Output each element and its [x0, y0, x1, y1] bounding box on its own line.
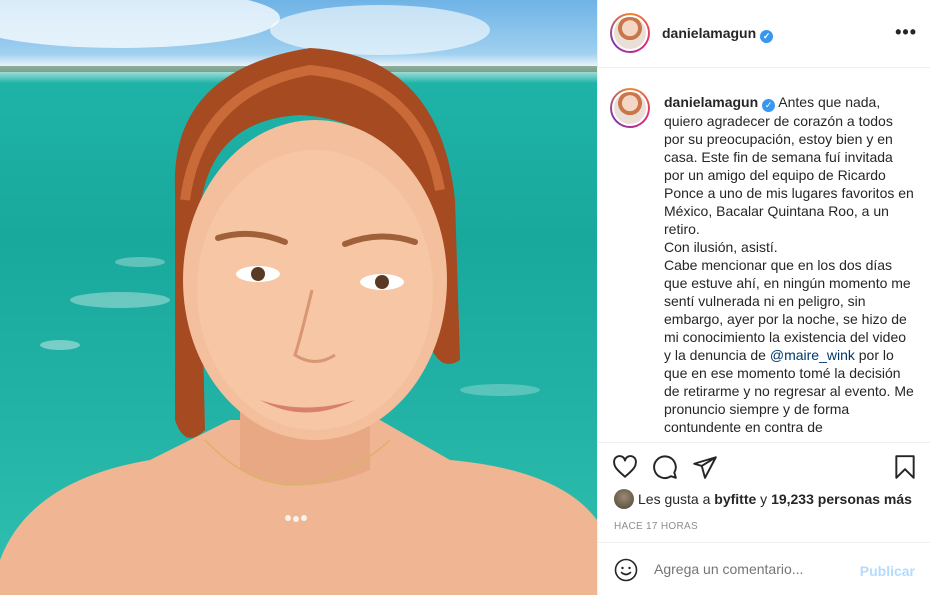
caption-text: danielamagun ✓ Antes que nada, quiero agr… [664, 93, 914, 436]
likes-count[interactable]: 19,233 personas más [771, 491, 912, 507]
post-timestamp[interactable]: HACE 17 HORAS [614, 521, 698, 532]
caption-username[interactable]: danielamagun [664, 94, 758, 110]
likes-summary: Les gusta a byfitte y 19,233 personas má… [614, 489, 912, 509]
verified-icon: ✓ [760, 30, 774, 43]
share-icon[interactable] [692, 454, 720, 482]
caption-paragraph-1-text: Antes que nada, quiero agradecer de cora… [664, 94, 914, 237]
comment-input[interactable] [654, 561, 854, 577]
author-avatar[interactable] [610, 13, 650, 53]
author-username[interactable]: danielamagun ✓ [662, 25, 774, 43]
comment-bar: Publicar [598, 542, 930, 595]
mention-link[interactable]: @maire_wink [770, 347, 855, 363]
author-username-text[interactable]: danielamagun [662, 25, 756, 41]
verified-icon: ✓ [762, 99, 776, 112]
post-detail-panel: danielamagun ✓ ••• danielamagun ✓ Antes qu… [597, 0, 930, 595]
caption-author-avatar[interactable] [610, 88, 650, 128]
bookmark-icon[interactable] [892, 454, 920, 482]
caption-area: danielamagun ✓ Antes que nada, quiero agr… [598, 69, 930, 442]
likes-prefix: Les gusta a [638, 491, 711, 507]
caption-paragraph-1: danielamagun ✓ Antes que nada, quiero agr… [664, 93, 914, 238]
heart-icon[interactable] [612, 454, 640, 482]
post-actions: Les gusta a byfitte y 19,233 personas má… [598, 442, 930, 542]
comment-icon[interactable] [652, 454, 680, 482]
selfie-illustration [0, 0, 597, 595]
post-photo[interactable] [0, 0, 597, 595]
liker-username[interactable]: byfitte [714, 491, 756, 507]
likes-conjunction: y [760, 491, 768, 507]
publish-button[interactable]: Publicar [860, 563, 915, 579]
caption-paragraph-2: Con ilusión, asistí. [664, 239, 778, 255]
post-header: danielamagun ✓ ••• [598, 0, 930, 68]
liker-avatar[interactable] [614, 489, 634, 509]
emoji-icon[interactable] [614, 558, 638, 582]
caption-paragraph-3: Cabe mencionar que en los dos días que e… [664, 256, 914, 436]
more-options-icon[interactable]: ••• [895, 22, 917, 43]
